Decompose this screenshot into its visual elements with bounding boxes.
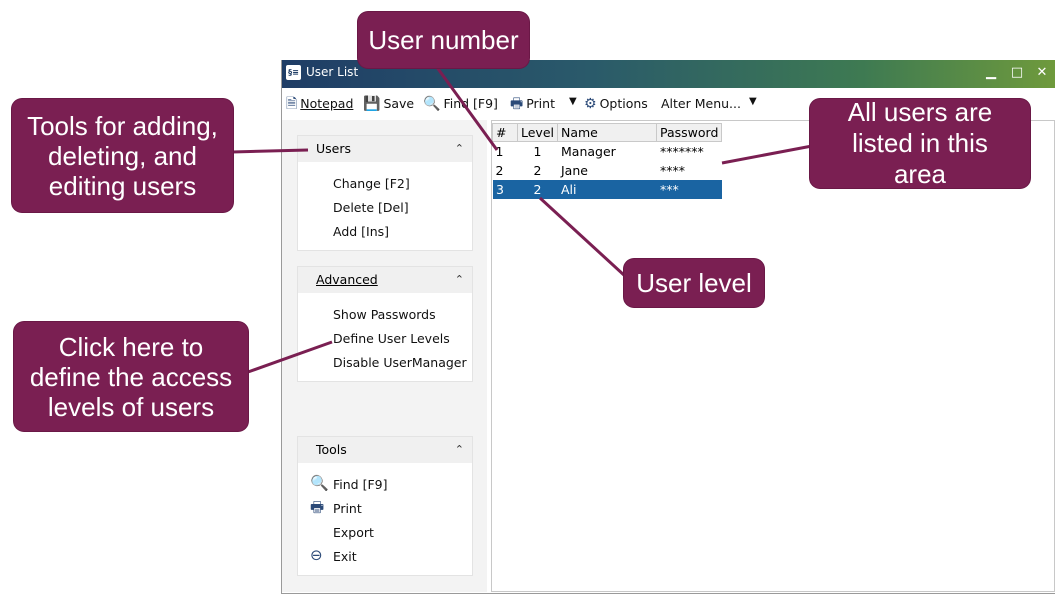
define-levels-connector <box>247 340 333 374</box>
callout-define-levels: Click here to define the access levels o… <box>14 322 248 431</box>
all-users-connector <box>721 144 813 165</box>
callout-tools: Tools for adding, deleting, and editing … <box>12 99 233 212</box>
tools-connector <box>231 148 309 154</box>
user-number-connector <box>434 65 499 151</box>
user-level-connector <box>538 196 627 278</box>
callout-all-users: All users are listed in this area <box>810 97 1030 189</box>
callout-connectors <box>231 65 813 374</box>
callout-user-level: User level <box>624 259 764 307</box>
callout-user-number: User number <box>358 12 529 68</box>
